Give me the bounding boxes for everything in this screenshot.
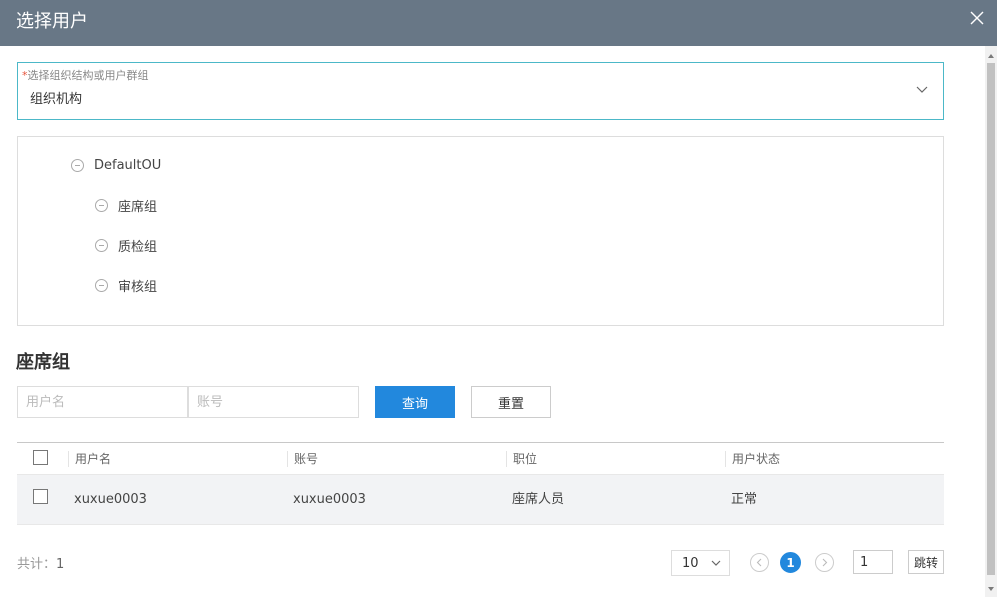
close-icon[interactable] xyxy=(968,9,986,27)
total-value: 1 xyxy=(56,557,65,572)
query-button[interactable]: 查询 xyxy=(375,386,455,418)
chevron-down-icon[interactable] xyxy=(915,83,929,97)
column-header-username[interactable]: 用户名 xyxy=(68,451,111,467)
username-search-input[interactable] xyxy=(17,386,188,418)
cell-status: 正常 xyxy=(731,492,758,507)
chevron-left-icon xyxy=(756,558,762,567)
select-all-checkbox[interactable] xyxy=(33,450,48,465)
tree-node-child[interactable]: 审核组 xyxy=(95,275,157,295)
tree-node-root[interactable]: DefaultOU xyxy=(71,155,161,175)
row-checkbox[interactable] xyxy=(33,489,48,504)
cell-username: xuxue0003 xyxy=(74,492,147,507)
tree-node-label: 座席组 xyxy=(118,199,158,215)
column-header-position[interactable]: 职位 xyxy=(506,451,537,467)
cell-position: 座席人员 xyxy=(512,492,565,507)
collapse-icon[interactable] xyxy=(71,158,84,172)
chevron-down-icon xyxy=(711,560,721,566)
chevron-right-icon xyxy=(822,558,828,567)
table-row[interactable]: xuxue0003 xuxue0003 座席人员 正常 xyxy=(17,475,944,525)
next-page-button[interactable] xyxy=(815,553,834,572)
user-table: 用户名 账号 职位 用户状态 xuxue0003 xuxue0003 座席人员 … xyxy=(17,442,944,525)
tree-node-label: 审核组 xyxy=(118,279,158,295)
tree-node-child[interactable]: 座席组 xyxy=(95,195,157,215)
jump-page-input[interactable] xyxy=(853,550,893,574)
current-page-button[interactable]: 1 xyxy=(780,552,801,573)
dialog-title: 选择用户 xyxy=(16,11,88,32)
tree-node-label: 质检组 xyxy=(118,239,158,255)
org-tree: DefaultOU 座席组 质检组 审核组 xyxy=(17,136,944,326)
reset-button[interactable]: 重置 xyxy=(471,386,551,418)
dialog-titlebar: 选择用户 xyxy=(0,0,997,46)
column-header-account[interactable]: 账号 xyxy=(287,451,318,467)
scroll-up-arrow-icon[interactable] xyxy=(988,54,994,58)
page-size-select[interactable]: 10 xyxy=(671,550,730,576)
total-count: 共计：1 xyxy=(17,553,64,572)
table-header: 用户名 账号 职位 用户状态 xyxy=(17,442,944,475)
collapse-icon[interactable] xyxy=(95,278,108,292)
cell-account: xuxue0003 xyxy=(293,492,366,507)
column-header-status[interactable]: 用户状态 xyxy=(725,451,780,467)
account-search-input[interactable] xyxy=(188,386,359,418)
vertical-scrollbar[interactable] xyxy=(985,46,997,597)
select-user-dialog: 选择用户 *选择组织结构或用户群组 组织机构 DefaultOU 座席组 质检组 xyxy=(0,0,997,597)
prev-page-button[interactable] xyxy=(750,553,769,572)
org-group-select[interactable]: *选择组织结构或用户群组 组织机构 xyxy=(17,62,944,120)
page-size-value: 10 xyxy=(682,555,699,571)
collapse-icon[interactable] xyxy=(95,238,108,252)
jump-button[interactable]: 跳转 xyxy=(908,550,944,574)
scroll-down-arrow-icon[interactable] xyxy=(988,587,994,591)
org-select-value: 组织机构 xyxy=(30,92,83,107)
tree-node-label: DefaultOU xyxy=(94,157,162,173)
scrollbar-thumb[interactable] xyxy=(987,63,995,575)
tree-node-child[interactable]: 质检组 xyxy=(95,235,157,255)
collapse-icon[interactable] xyxy=(95,198,108,212)
section-title: 座席组 xyxy=(16,352,70,373)
org-select-label: *选择组织结构或用户群组 xyxy=(22,69,149,82)
total-label: 共计： xyxy=(17,557,57,572)
